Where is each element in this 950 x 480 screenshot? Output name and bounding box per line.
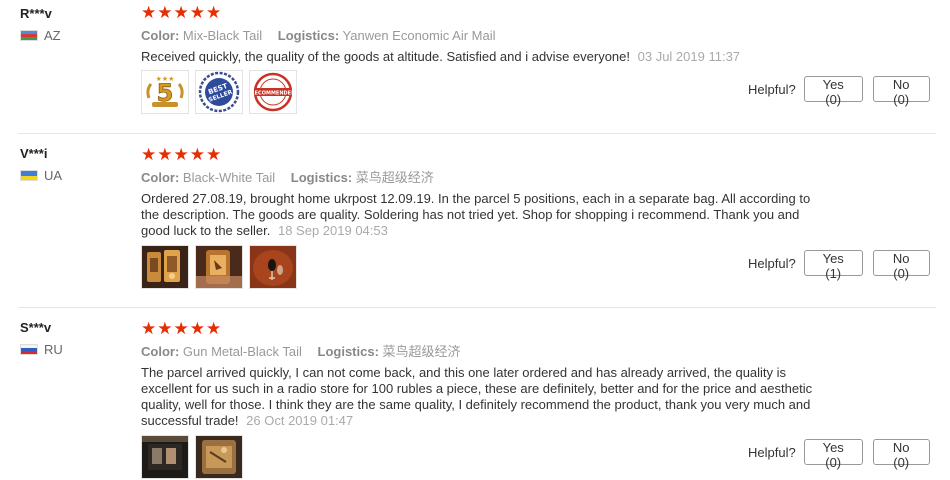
review-date: 18 Sep 2019 04:53 xyxy=(277,223,388,238)
color-label: Color: xyxy=(141,344,180,359)
helpful-label: Helpful? xyxy=(748,255,796,271)
review-date: 26 Oct 2019 01:47 xyxy=(246,413,354,428)
buyer-name: S***v xyxy=(20,320,52,335)
helpful-vote: Helpful? Yes (0) No (0) xyxy=(748,76,930,107)
review-text: Received quickly, the quality of the goo… xyxy=(141,49,831,65)
buyer-name: R***v xyxy=(20,6,52,21)
helpful-yes-button[interactable]: Yes (1) xyxy=(803,250,863,281)
buyer-info: R***v AZ xyxy=(20,6,130,43)
order-attributes: Color: Gun Metal-Black Tail Logistics: 菜… xyxy=(141,343,831,361)
review-photo-lures-bag[interactable] xyxy=(195,435,243,479)
review-photo-best-seller-seal[interactable]: BEST SELLER xyxy=(195,70,243,114)
svg-text:RECOMMENDED: RECOMMENDED xyxy=(251,91,295,97)
country-code: UA xyxy=(44,168,63,183)
star-icon: ★ xyxy=(189,144,205,165)
review-photo-lures-dark[interactable] xyxy=(141,435,189,479)
country-code: RU xyxy=(44,342,63,357)
helpful-no-button[interactable]: No (0) xyxy=(872,76,930,107)
review-text: The parcel arrived quickly, I can not co… xyxy=(141,365,831,429)
star-icon: ★ xyxy=(206,144,222,165)
review-photo-gold-5-star-badge[interactable]: 5 ★★★ xyxy=(141,70,189,114)
order-attributes: Color: Black-White Tail Logistics: 菜鸟超级经… xyxy=(141,169,831,187)
star-icon: ★ xyxy=(189,318,205,339)
review-item: V***i UA ★ ★ ★ ★ ★ Color: Black-White Tail L… xyxy=(0,134,950,308)
buyer-country: AZ xyxy=(20,28,130,43)
review-item: R***v AZ ★ ★ ★ ★ ★ Color: Mix-Black Tail Log… xyxy=(0,0,950,134)
review-body: Received quickly, the quality of the goo… xyxy=(141,49,630,64)
star-rating: ★ ★ ★ ★ ★ xyxy=(141,146,831,164)
star-icon: ★ xyxy=(173,144,189,165)
review-item: S***v RU ★ ★ ★ ★ ★ Color: Gun Metal-Black Ta… xyxy=(0,308,950,480)
color-label: Color: xyxy=(141,28,180,43)
review-content: ★ ★ ★ ★ ★ Color: Gun Metal-Black Tail Logist… xyxy=(141,320,831,429)
review-text: Ordered 27.08.19, brought home ukrpost 1… xyxy=(141,191,831,239)
buyer-country: UA xyxy=(20,168,130,183)
helpful-label: Helpful? xyxy=(748,444,796,460)
buyer-info: S***v RU xyxy=(20,320,130,357)
color-value: Mix-Black Tail xyxy=(182,28,263,43)
star-icon: ★ xyxy=(206,318,222,339)
review-photos xyxy=(141,435,243,479)
star-icon: ★ xyxy=(157,2,173,23)
helpful-label: Helpful? xyxy=(748,81,796,97)
review-photo-lures-package[interactable] xyxy=(141,245,189,289)
star-icon: ★ xyxy=(206,2,222,23)
ukraine-flag-icon xyxy=(20,170,38,181)
star-icon: ★ xyxy=(157,144,173,165)
logistics-value: Yanwen Economic Air Mail xyxy=(342,28,496,43)
review-content: ★ ★ ★ ★ ★ Color: Mix-Black Tail Logistics: Y… xyxy=(141,4,831,65)
logistics-value: 菜鸟超级经济 xyxy=(382,344,461,359)
helpful-yes-button[interactable]: Yes (0) xyxy=(803,76,863,107)
review-body: The parcel arrived quickly, I can not co… xyxy=(141,365,813,428)
review-photo-lures-in-hand[interactable] xyxy=(195,245,243,289)
buyer-name: V***i xyxy=(20,146,48,161)
svg-text:★★★: ★★★ xyxy=(156,75,175,83)
color-value: Black-White Tail xyxy=(182,170,276,185)
star-icon: ★ xyxy=(189,2,205,23)
helpful-vote: Helpful? Yes (0) No (0) xyxy=(748,439,930,470)
helpful-no-button[interactable]: No (0) xyxy=(872,439,930,470)
buyer-country: RU xyxy=(20,342,130,357)
review-photo-lure-closeup[interactable] xyxy=(249,245,297,289)
review-date: 03 Jul 2019 11:37 xyxy=(637,49,741,64)
helpful-yes-button[interactable]: Yes (0) xyxy=(803,439,863,470)
order-attributes: Color: Mix-Black Tail Logistics: Yanwen … xyxy=(141,27,831,45)
country-code: AZ xyxy=(44,28,61,43)
star-icon: ★ xyxy=(173,2,189,23)
star-icon: ★ xyxy=(141,144,157,165)
review-photo-recommended-stamp[interactable]: RECOMMENDED xyxy=(249,70,297,114)
helpful-vote: Helpful? Yes (1) No (0) xyxy=(748,250,930,281)
star-rating: ★ ★ ★ ★ ★ xyxy=(141,4,831,22)
buyer-info: V***i UA xyxy=(20,146,130,183)
review-photos xyxy=(141,245,297,289)
logistics-value: 菜鸟超级经济 xyxy=(355,170,434,185)
review-content: ★ ★ ★ ★ ★ Color: Black-White Tail Logistics:… xyxy=(141,146,831,239)
review-photos: 5 ★★★ BEST SELLER RECOMMENDED xyxy=(141,70,297,114)
color-value: Gun Metal-Black Tail xyxy=(182,344,302,359)
logistics-label: Logistics: xyxy=(317,344,379,359)
azerbaijan-flag-icon xyxy=(20,30,38,41)
russia-flag-icon xyxy=(20,344,38,355)
review-body: Ordered 27.08.19, brought home ukrpost 1… xyxy=(141,191,811,238)
logistics-label: Logistics: xyxy=(277,28,340,43)
star-icon: ★ xyxy=(141,2,157,23)
star-icon: ★ xyxy=(157,318,173,339)
star-rating: ★ ★ ★ ★ ★ xyxy=(141,320,831,338)
star-icon: ★ xyxy=(141,318,157,339)
helpful-no-button[interactable]: No (0) xyxy=(872,250,930,281)
logistics-label: Logistics: xyxy=(290,170,353,185)
color-label: Color: xyxy=(141,170,180,185)
star-icon: ★ xyxy=(173,318,189,339)
